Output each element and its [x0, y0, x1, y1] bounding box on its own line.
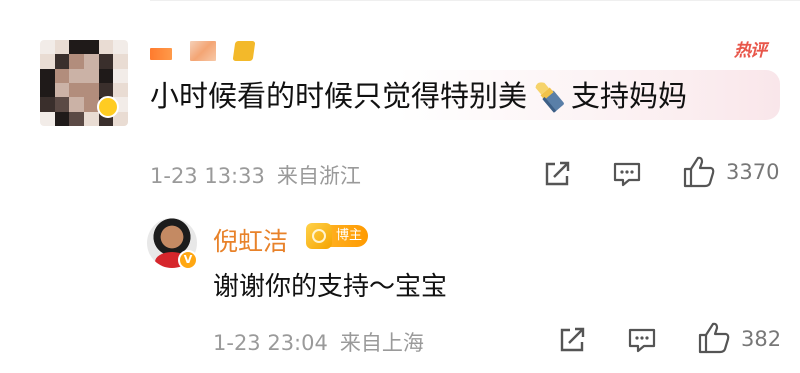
avatar-pixel — [84, 111, 99, 126]
avatar-pixel — [113, 54, 128, 69]
member-badge-icon — [97, 96, 119, 118]
avatar-pixel — [40, 40, 55, 55]
avatar-pixel — [40, 68, 55, 83]
avatar-pixel — [69, 82, 84, 98]
weibo-comment-screen: 热评 小时候看的时候只觉得特别美 支持妈妈 1-23 13:33 来自浙江 33… — [0, 0, 800, 373]
avatar-pixel — [54, 111, 70, 126]
like-icon[interactable] — [681, 154, 717, 190]
avatar-pixel — [69, 68, 84, 83]
commenter-name-pixelated[interactable] — [150, 40, 256, 62]
avatar-pixel — [40, 111, 55, 126]
avatar-pixel — [69, 111, 84, 126]
like-icon[interactable] — [696, 320, 732, 356]
avatar-pixel — [84, 68, 99, 83]
avatar-pixel — [40, 97, 55, 112]
reply-date: 1-23 23:04 — [213, 331, 328, 355]
avatar-pixel — [54, 54, 70, 69]
avatar-pixel — [40, 54, 55, 69]
avatar-pixel — [69, 54, 84, 69]
verified-v-icon: V — [178, 250, 198, 270]
comment-icon[interactable] — [611, 158, 643, 190]
comment-text-part2: 支持妈妈 — [571, 79, 688, 113]
avatar-pixel — [84, 82, 99, 98]
avatar-pixel — [40, 82, 55, 98]
avatar-pixel — [54, 68, 70, 83]
like-count: 3370 — [726, 160, 780, 184]
comment-text: 小时候看的时候只觉得特别美 支持妈妈 — [150, 77, 687, 115]
comment-text-part1: 小时候看的时候只觉得特别美 — [150, 79, 528, 113]
avatar-pixel — [84, 40, 99, 55]
lipstick-emoji-icon — [529, 77, 569, 115]
reply-location: 来自上海 — [339, 331, 424, 355]
avatar-pixel — [98, 40, 114, 55]
reply-author-name[interactable]: 倪虹洁 — [213, 222, 288, 258]
blogger-badge-label: 博主 — [328, 225, 369, 247]
avatar-pixel — [84, 54, 99, 69]
avatar-pixel — [113, 68, 128, 83]
avatar-pixel — [54, 97, 70, 112]
blogger-badge-icon — [306, 223, 332, 249]
comment-date: 1-23 13:33 — [150, 164, 265, 188]
avatar-pixel — [113, 82, 128, 98]
reply-text: 谢谢你的支持～宝宝 — [213, 272, 448, 302]
pixelated-name-block — [150, 48, 172, 60]
share-icon[interactable] — [556, 324, 588, 356]
avatar-pixel — [69, 97, 84, 112]
divider — [150, 0, 800, 9]
comment-icon[interactable] — [626, 324, 658, 356]
avatar-pixel — [98, 54, 114, 69]
hot-comment-badge: 热评 — [734, 41, 767, 61]
pixelated-name-block — [190, 41, 216, 61]
comment-meta: 1-23 13:33 来自浙江 — [150, 160, 361, 190]
share-icon[interactable] — [541, 158, 573, 190]
like-count: 382 — [741, 327, 782, 351]
comment-location: 来自浙江 — [276, 164, 361, 188]
level-badge-icon — [232, 41, 256, 61]
avatar-pixel — [54, 40, 70, 55]
reply-meta: 1-23 23:04 来自上海 — [213, 327, 424, 357]
avatar-pixel — [113, 40, 128, 55]
blogger-badge: 博主 — [306, 222, 369, 250]
avatar-pixel — [54, 82, 70, 98]
avatar-pixel — [69, 40, 84, 55]
avatar-pixel — [98, 68, 114, 83]
